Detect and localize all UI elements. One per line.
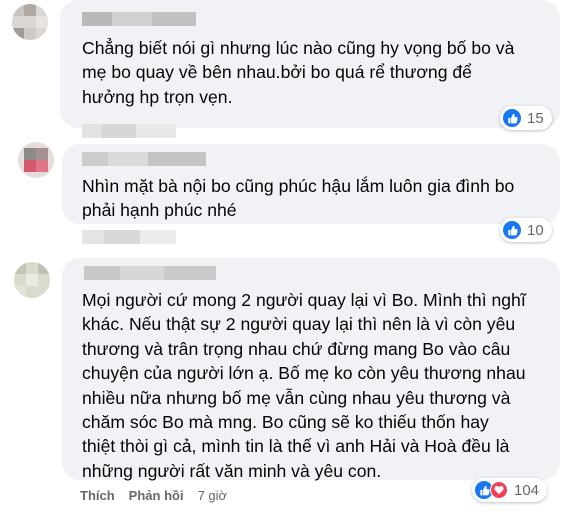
avatar-pixel xyxy=(36,148,48,160)
avatar[interactable] xyxy=(14,262,50,298)
comment-text: Chẳng biết nói gì nhưng lúc nào cũng hy … xyxy=(82,38,515,107)
avatar[interactable] xyxy=(18,142,54,178)
avatar-pixel xyxy=(24,28,36,40)
avatar-pixel xyxy=(24,4,36,16)
commenter-name-blurred[interactable] xyxy=(82,152,206,166)
avatar[interactable] xyxy=(12,4,48,40)
avatar-pixel xyxy=(24,160,36,172)
avatar-pixel xyxy=(36,160,48,172)
comment-text: Nhìn mặt bà nội bo cũng phúc hậu lắm luô… xyxy=(82,176,515,221)
comment-bubble: Nhìn mặt bà nội bo cũng phúc hậu lắm luô… xyxy=(62,144,560,224)
heart-icon xyxy=(490,481,508,499)
comment-bubble: Chẳng biết nói gì nhưng lúc nào cũng hy … xyxy=(60,0,560,128)
avatar-pixel xyxy=(12,4,24,16)
avatar-pixel xyxy=(24,148,36,160)
like-action-link[interactable]: Thích xyxy=(80,488,115,503)
blurred-meta-row xyxy=(82,124,176,138)
avatar-pixel xyxy=(36,16,48,28)
commenter-name-blurred[interactable] xyxy=(84,266,216,280)
reply-action-link[interactable]: Phản hồi xyxy=(129,488,184,503)
avatar-pixel xyxy=(26,274,38,286)
reaction-summary[interactable]: 10 xyxy=(500,218,552,242)
reaction-count: 104 xyxy=(514,481,540,499)
comment-actions: Thích Phản hồi 7 giờ xyxy=(80,488,227,503)
avatar-pixel xyxy=(12,28,24,40)
reaction-summary[interactable]: 104 xyxy=(472,478,548,502)
comment-timestamp[interactable]: 7 giờ xyxy=(198,488,228,503)
avatar-pixel xyxy=(14,286,26,298)
commenter-name-blurred[interactable] xyxy=(82,12,196,26)
reaction-count: 15 xyxy=(527,109,544,127)
reaction-count: 10 xyxy=(527,221,544,239)
avatar-pixel xyxy=(38,262,50,274)
reaction-summary[interactable]: 15 xyxy=(500,106,552,130)
comment-text: Mọi người cứ mong 2 người quay lại vì Bo… xyxy=(82,290,526,481)
blurred-meta-row xyxy=(82,230,176,244)
avatar-pixel xyxy=(14,262,26,274)
like-icon xyxy=(503,109,521,127)
like-icon xyxy=(503,221,521,239)
comment-bubble: Mọi người cứ mong 2 người quay lại vì Bo… xyxy=(62,258,560,481)
